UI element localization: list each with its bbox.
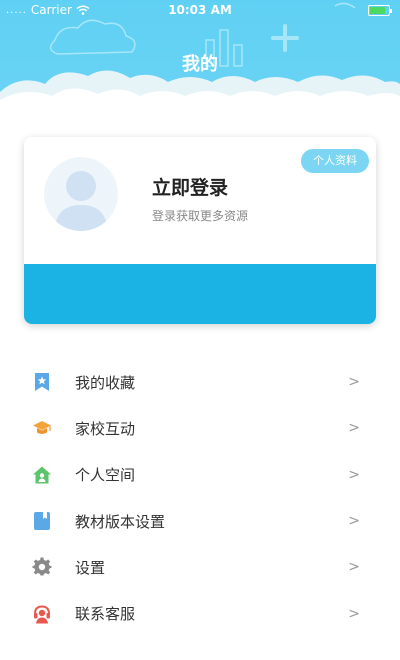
user-icon xyxy=(54,171,108,231)
menu-item-label: 联系客服 xyxy=(75,605,136,624)
chevron-right-icon: > xyxy=(348,466,360,483)
profile-card: 立即登录 登录获取更多资源 个人资料 xyxy=(24,137,376,324)
chevron-right-icon: > xyxy=(348,605,360,622)
gear-icon xyxy=(32,557,52,576)
page-title: 我的 xyxy=(182,54,218,75)
login-subtitle: 登录获取更多资源 xyxy=(152,209,249,223)
menu-list: 我的收藏 > 家校互动 > 个人空间 > 教材版本设置 > 设置 > 联系客服 … xyxy=(0,359,400,637)
header: ..... Carrier 10:03 AM 我的 xyxy=(0,0,400,150)
menu-item-home-school[interactable]: 家校互动 > xyxy=(0,405,400,451)
avatar[interactable] xyxy=(44,157,118,231)
menu-item-label: 个人空间 xyxy=(75,466,136,485)
menu-item-personal-space[interactable]: 个人空间 > xyxy=(0,452,400,498)
profile-card-top[interactable]: 立即登录 登录获取更多资源 个人资料 xyxy=(24,137,376,264)
headset-icon xyxy=(34,605,50,624)
bookmark-star-icon xyxy=(35,373,49,392)
battery-icon xyxy=(368,5,392,16)
menu-item-favorites[interactable]: 我的收藏 > xyxy=(0,359,400,405)
menu-item-label: 设置 xyxy=(75,558,106,577)
menu-item-settings[interactable]: 设置 > xyxy=(0,544,400,590)
login-title[interactable]: 立即登录 xyxy=(152,173,228,200)
chevron-right-icon: > xyxy=(348,513,360,530)
menu-item-label: 我的收藏 xyxy=(75,373,136,392)
menu-item-customer-service[interactable]: 联系客服 > xyxy=(0,590,400,636)
battery-fill xyxy=(370,7,385,14)
status-bar: ..... Carrier 10:03 AM xyxy=(0,0,400,20)
graduation-cap-icon xyxy=(33,421,51,435)
menu-item-textbook-version[interactable]: 教材版本设置 > xyxy=(0,498,400,544)
book-icon xyxy=(34,512,50,531)
profile-details-button[interactable]: 个人资料 xyxy=(301,149,369,173)
chevron-right-icon: > xyxy=(348,374,360,391)
status-time: 10:03 AM xyxy=(168,3,232,17)
profile-card-banner xyxy=(24,264,376,324)
menu-item-label: 家校互动 xyxy=(75,419,136,438)
home-icon xyxy=(33,466,51,484)
menu-item-label: 教材版本设置 xyxy=(75,512,166,531)
chevron-right-icon: > xyxy=(348,559,360,576)
chevron-right-icon: > xyxy=(348,420,360,437)
